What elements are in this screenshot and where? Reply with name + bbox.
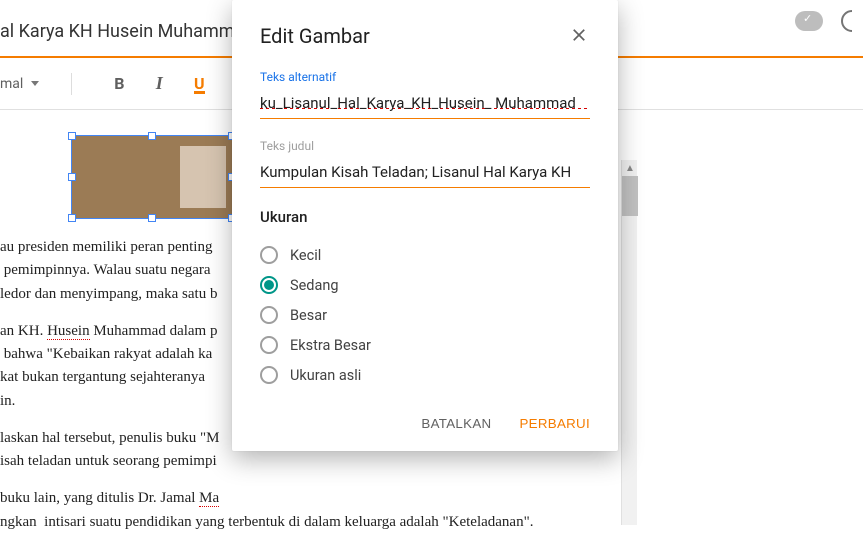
radio-label: Besar xyxy=(290,307,327,324)
close-icon[interactable] xyxy=(570,26,590,46)
radio-label: Ekstra Besar xyxy=(290,337,371,354)
size-radio-ekstra-besar[interactable]: Ekstra Besar xyxy=(260,330,590,360)
alt-text-label: Teks alternatif xyxy=(260,70,590,84)
radio-icon xyxy=(260,336,278,354)
radio-label: Ukuran asli xyxy=(290,367,361,384)
size-radio-ukuran-asli[interactable]: Ukuran asli xyxy=(260,360,590,390)
radio-icon xyxy=(260,366,278,384)
radio-icon xyxy=(260,276,278,294)
title-text-input[interactable] xyxy=(260,159,590,188)
cancel-button[interactable]: BATALKAN xyxy=(421,416,491,431)
size-radio-kecil[interactable]: Kecil xyxy=(260,240,590,270)
radio-icon xyxy=(260,306,278,324)
size-heading: Ukuran xyxy=(260,208,590,226)
dialog-title: Edit Gambar xyxy=(260,24,370,48)
radio-label: Sedang xyxy=(290,277,339,294)
radio-label: Kecil xyxy=(290,247,321,264)
title-text-label: Teks judul xyxy=(260,139,590,153)
size-radio-besar[interactable]: Besar xyxy=(260,300,590,330)
size-radio-sedang[interactable]: Sedang xyxy=(260,270,590,300)
edit-image-dialog: Edit Gambar Teks alternatif Teks judul U… xyxy=(232,0,618,451)
radio-icon xyxy=(260,246,278,264)
alt-text-input[interactable] xyxy=(260,90,590,119)
update-button[interactable]: PERBARUI xyxy=(519,416,590,431)
